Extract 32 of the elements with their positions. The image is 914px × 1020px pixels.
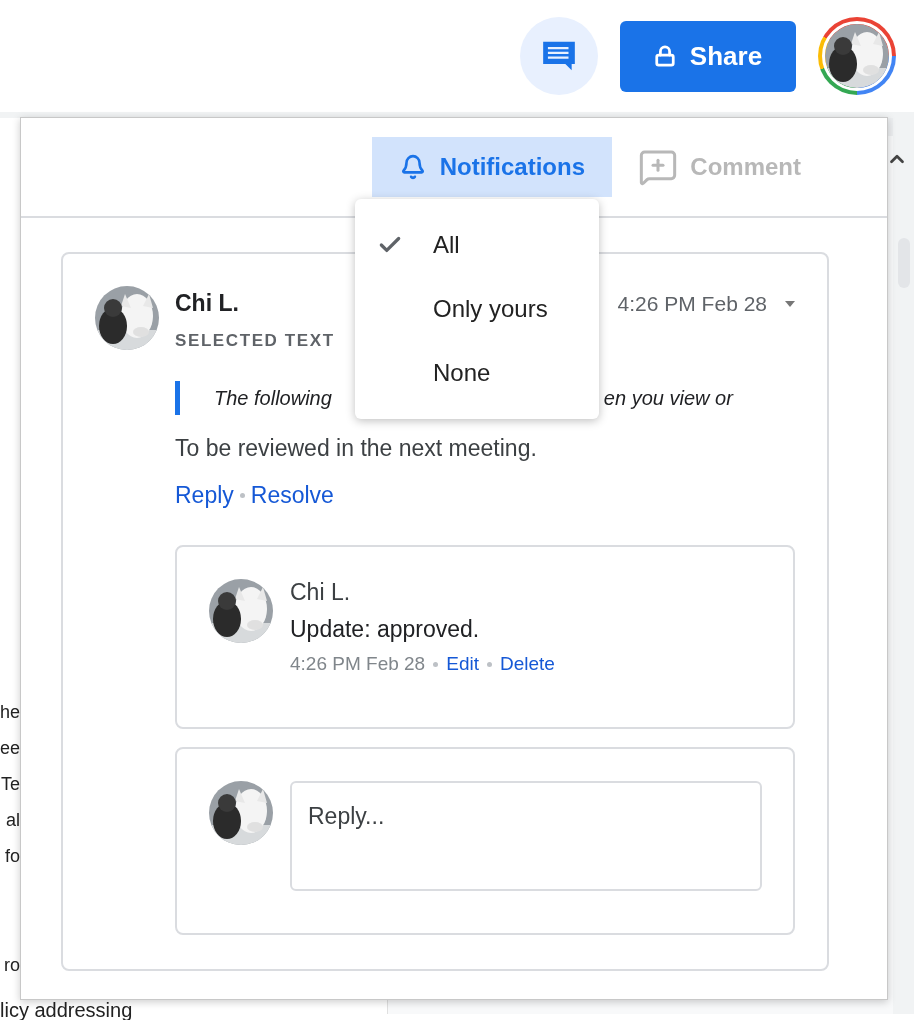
reply-field[interactable]: Reply...	[290, 781, 762, 891]
action-link[interactable]: Edit	[446, 653, 479, 675]
action-link[interactable]: Reply	[175, 482, 234, 509]
menu-item[interactable]: None	[355, 341, 599, 405]
action-link[interactable]: Resolve	[250, 482, 334, 509]
bell-icon	[399, 153, 426, 180]
document-text: Te	[0, 773, 20, 796]
document-text: ee	[0, 737, 20, 760]
menu-item[interactable]: Only yours	[355, 277, 599, 341]
separator-dot	[433, 661, 439, 667]
document-text: al	[5, 809, 20, 832]
reply-time: 4:26 PM Feb 28	[290, 653, 426, 675]
author-name: Chi L.	[290, 579, 352, 606]
quoted-text: en you view or	[603, 386, 733, 410]
comment-text: To be reviewed in the next meeting.	[175, 435, 538, 462]
reply-text: Update: approved.	[290, 616, 481, 643]
caret-icon[interactable]	[785, 300, 795, 307]
author-name: Chi L.	[175, 290, 239, 317]
separator-dot	[239, 493, 245, 498]
separator-dot	[486, 661, 492, 667]
quoted-text: The following	[214, 386, 332, 410]
share-button[interactable]: Share	[620, 20, 796, 92]
action-link[interactable]: Delete	[499, 653, 555, 675]
notifications-button[interactable]: Notifications	[372, 136, 613, 197]
lock-icon	[653, 45, 676, 67]
menu-item[interactable]: All	[355, 213, 599, 277]
selected-text-label: SELECTED TEXT	[175, 331, 336, 351]
document-text: ro	[3, 954, 20, 977]
document-text: he	[0, 701, 20, 724]
document-text: fo	[4, 845, 20, 868]
comment-time: 4:26 PM Feb 28	[617, 291, 767, 316]
quote-bar	[175, 381, 180, 415]
